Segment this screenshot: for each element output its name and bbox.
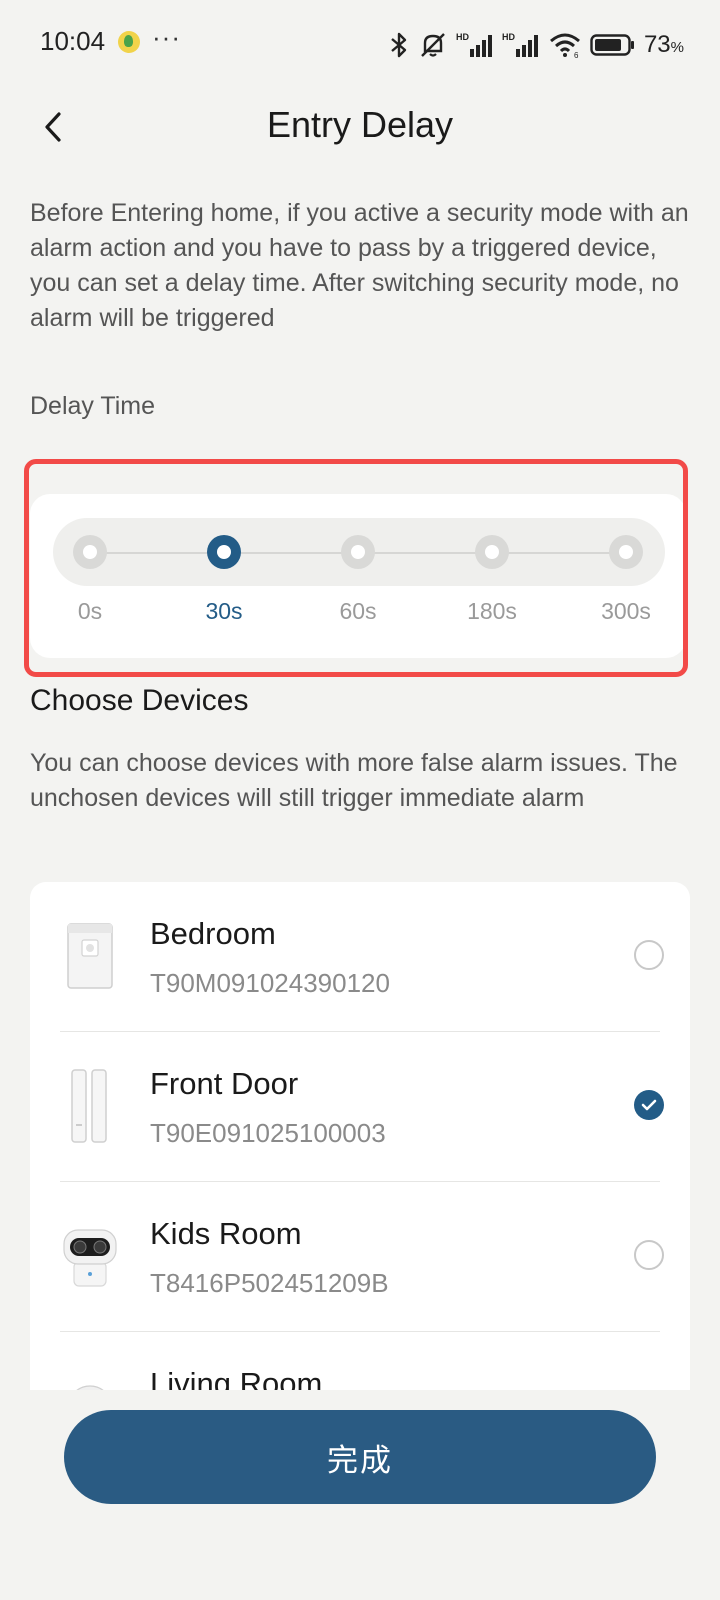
bluetooth-icon	[391, 32, 407, 58]
device-name: Bedroom	[150, 916, 276, 951]
device-select-radio[interactable]	[634, 1240, 664, 1270]
entry-delay-description: Before Entering home, if you active a se…	[30, 199, 689, 332]
done-button[interactable]: 完成	[64, 1410, 656, 1504]
device-name: Kids Room	[150, 1216, 302, 1251]
status-time: 10:04	[40, 26, 106, 56]
device-item-front-door[interactable]: Front Door T90E091025100003	[30, 1032, 690, 1182]
svg-text:HD: HD	[456, 32, 469, 42]
status-icons: HD HD 6 73%	[388, 28, 684, 62]
battery-icon	[590, 34, 634, 56]
device-serial: T90E091025100003	[150, 1118, 386, 1148]
status-bar: 10:04 ··· HD HD 6 73%	[0, 0, 720, 90]
checkmark-icon	[641, 1099, 657, 1111]
motion-sensor-icon	[67, 923, 113, 989]
header: Entry Delay	[0, 90, 720, 164]
choose-devices-description: You can choose devices with more false a…	[30, 749, 678, 812]
door-sensor-icon	[71, 1069, 107, 1143]
app-notification-icon	[118, 31, 140, 53]
indoor-camera-icon	[63, 1229, 117, 1287]
device-item-kids-room[interactable]: Kids Room T8416P502451209B	[30, 1182, 690, 1332]
device-select-radio[interactable]	[634, 940, 664, 970]
device-item-bedroom[interactable]: Bedroom T90M091024390120	[30, 882, 690, 1032]
wifi-icon: 6	[549, 33, 580, 59]
camera-icon	[76, 1385, 104, 1390]
highlight-annotation-box	[24, 459, 688, 677]
hd-signal-icon: HD	[502, 32, 538, 57]
svg-text:HD: HD	[502, 32, 515, 42]
device-item-living-room[interactable]: Living Room	[30, 1332, 690, 1390]
hd-signal-icon: HD	[456, 32, 492, 57]
more-notifications-icon: ···	[152, 22, 181, 52]
choose-devices-title: Choose Devices	[30, 684, 249, 717]
device-list: Bedroom T90M091024390120 Front Door T90E…	[30, 882, 690, 1390]
battery-percent: 73%	[643, 31, 684, 58]
device-name: Front Door	[150, 1066, 299, 1101]
device-serial: T8416P502451209B	[150, 1268, 389, 1298]
delay-time-label: Delay Time	[30, 392, 156, 420]
device-serial: T90M091024390120	[150, 968, 390, 998]
svg-text:6: 6	[574, 51, 579, 59]
mute-icon	[421, 33, 445, 57]
device-select-radio-checked[interactable]	[634, 1090, 664, 1120]
page-title: Entry Delay	[266, 104, 454, 145]
device-name: Living Room	[150, 1366, 323, 1390]
